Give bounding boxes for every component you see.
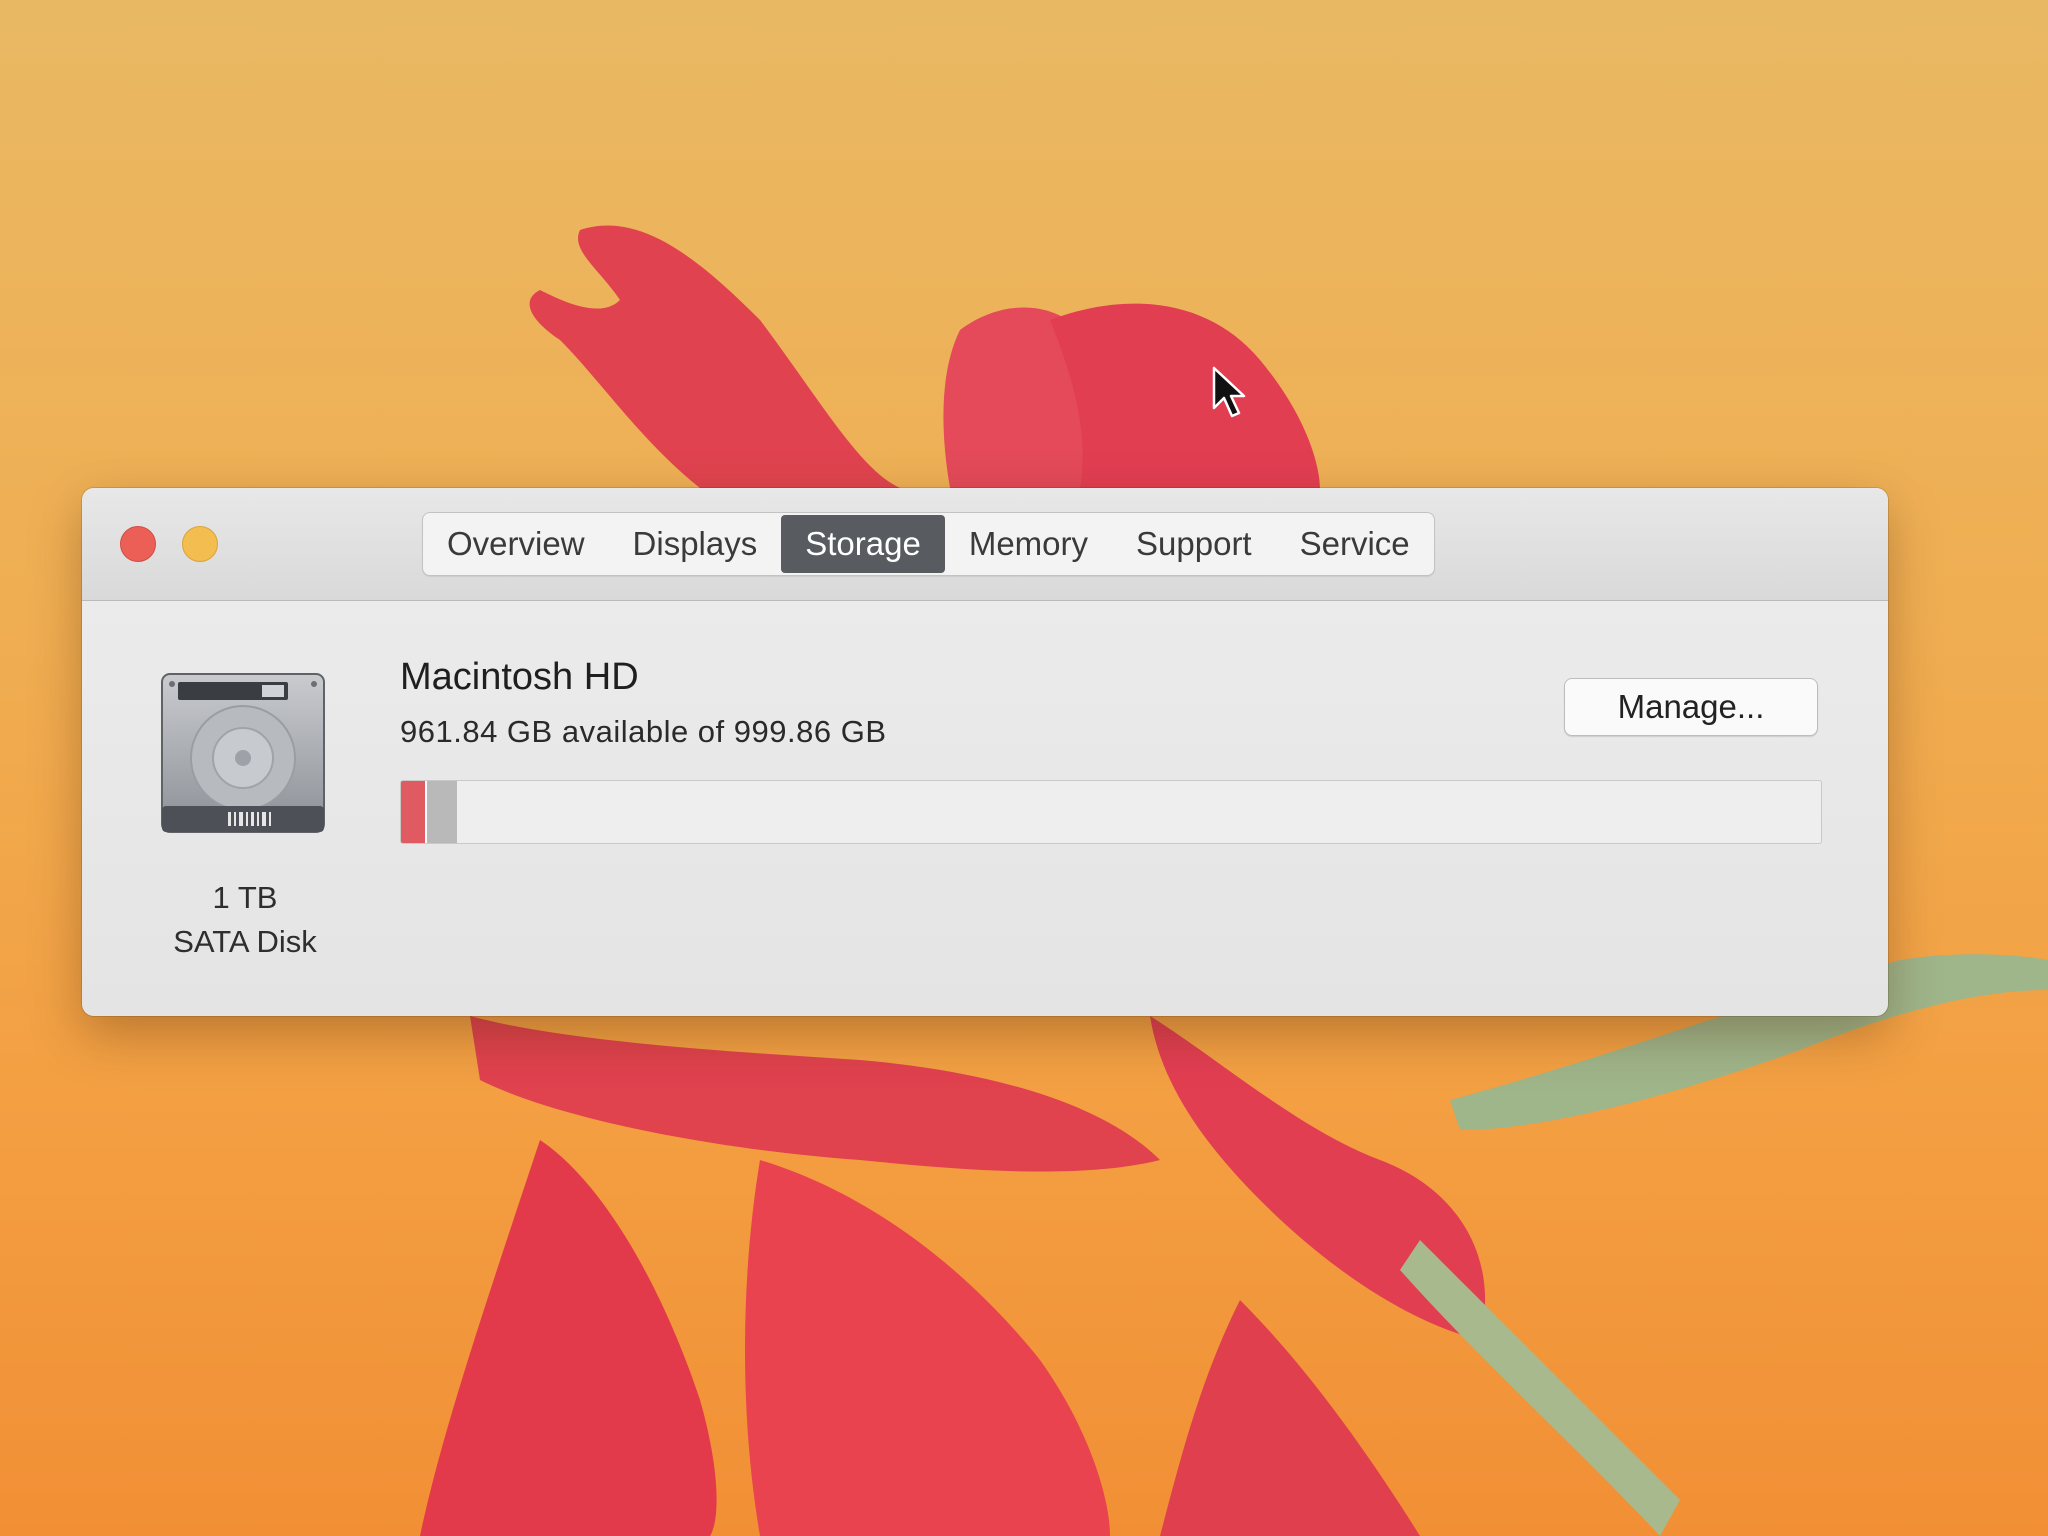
storage-usage-bar [400, 780, 1822, 844]
window-titlebar: Overview Displays Storage Memory Support… [82, 488, 1888, 601]
tab-service[interactable]: Service [1276, 513, 1434, 575]
disk-type: SATA Disk [173, 924, 317, 959]
tab-displays[interactable]: Displays [609, 513, 782, 575]
disk-capacity: 1 TB [212, 880, 278, 915]
minimize-button[interactable] [182, 526, 218, 562]
about-this-mac-window: Overview Displays Storage Memory Support… [82, 488, 1888, 1016]
volume-availability: 961.84 GB available of 999.86 GB [400, 714, 887, 749]
tab-overview[interactable]: Overview [423, 513, 609, 575]
tab-memory[interactable]: Memory [945, 513, 1112, 575]
usage-segment-apps [401, 781, 425, 843]
usage-segment-free [457, 781, 1821, 843]
tab-support[interactable]: Support [1112, 513, 1276, 575]
mouse-cursor-icon [1212, 366, 1246, 418]
usage-segment-system [425, 781, 457, 843]
tab-bar: Overview Displays Storage Memory Support… [422, 512, 1435, 576]
tab-storage[interactable]: Storage [781, 515, 945, 573]
manage-button[interactable]: Manage... [1564, 678, 1818, 736]
disk-caption: 1 TB SATA Disk [122, 876, 368, 964]
hard-drive-icon [161, 673, 325, 833]
close-button[interactable] [120, 526, 156, 562]
volume-name: Macintosh HD [400, 656, 639, 698]
